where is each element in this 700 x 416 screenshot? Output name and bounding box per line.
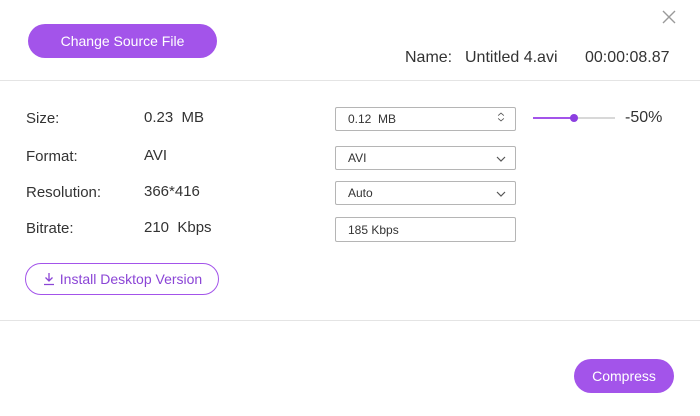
duration: 00:00:08.87: [585, 49, 670, 66]
resolution-value: 366*416: [144, 183, 200, 200]
compress-button[interactable]: Compress: [574, 359, 674, 393]
size-stepper-value: 0.12 MB: [348, 112, 397, 126]
bitrate-input-value: 185 Kbps: [348, 222, 399, 237]
install-desktop-version-button[interactable]: Install Desktop Version: [25, 263, 219, 295]
close-icon: [662, 10, 676, 24]
change-source-file-button[interactable]: Change Source File: [28, 24, 217, 58]
format-select-value: AVI: [348, 151, 367, 165]
chevron-down-icon: [496, 191, 506, 197]
bitrate-input[interactable]: 185 Kbps: [335, 217, 516, 242]
close-button[interactable]: [661, 9, 677, 25]
install-desktop-version-label: Install Desktop Version: [59, 271, 203, 287]
stepper-icon[interactable]: [495, 112, 507, 122]
compression-percent: -50%: [625, 109, 663, 126]
footer-divider: [0, 320, 700, 321]
resolution-label: Resolution:: [26, 184, 102, 201]
bitrate-value: 210 Kbps: [144, 219, 212, 236]
format-value: AVI: [144, 147, 168, 164]
format-select[interactable]: AVI: [335, 146, 516, 170]
resolution-select[interactable]: Auto: [335, 181, 516, 205]
compression-slider-fill: [533, 117, 574, 119]
size-value: 0.23 MB: [144, 109, 205, 126]
bitrate-label: Bitrate:: [26, 220, 74, 237]
name-label: Name:: [405, 49, 453, 66]
size-label: Size:: [26, 110, 60, 127]
header-divider: [0, 80, 700, 81]
compression-slider-thumb[interactable]: [570, 114, 578, 122]
format-label: Format:: [26, 148, 78, 165]
file-name: Untitled 4.avi: [465, 49, 558, 66]
download-icon: [43, 273, 54, 286]
size-stepper[interactable]: 0.12 MB: [335, 107, 516, 131]
chevron-down-icon: [496, 156, 506, 162]
resolution-select-value: Auto: [348, 186, 373, 200]
